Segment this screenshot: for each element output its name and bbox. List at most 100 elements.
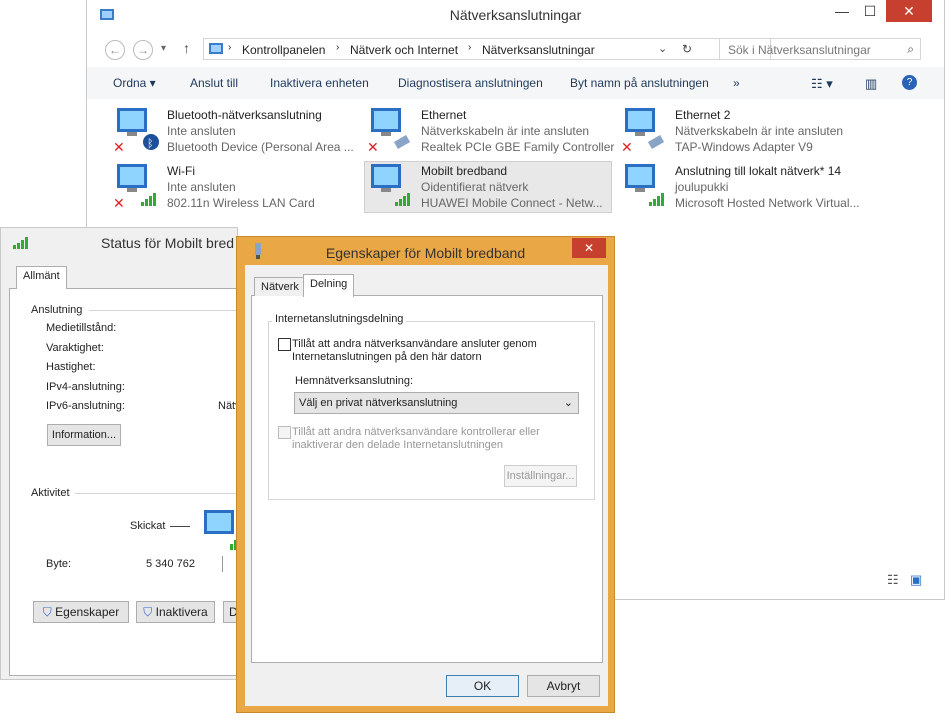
divider [89,310,239,311]
home-network-label: Hemnätverksanslutning: [295,375,414,387]
forward-button[interactable]: → [133,40,153,60]
preview-pane-icon[interactable]: ▥ [865,76,877,92]
connection-name: Wi-Fi [167,164,195,178]
svg-text:✕: ✕ [113,195,125,211]
search-icon[interactable]: ⌕ [907,42,914,57]
disable-button-label: Inaktivera [155,605,208,619]
connection-name: Mobilt bredband [421,164,508,178]
dialog-title: Status för Mobilt bred [101,235,235,251]
cancel-button[interactable]: Avbryt [527,675,600,697]
details-view-icon[interactable]: ☷ [887,572,899,588]
rename-button[interactable]: Byt namn på anslutningen [570,76,709,90]
ipv6-label: IPv6-anslutning: [46,400,125,412]
connection-status: joulupukki [675,180,729,194]
shield-icon: ⛉ [143,605,153,619]
bytes-label: Byte: [46,558,72,570]
close-button[interactable]: ✕ [572,238,606,258]
address-row: ← → ▾ ↑ › Kontrollpanelen › Nätverk och … [87,31,944,67]
connection-name: Ethernet 2 [675,108,731,122]
signal-bars-icon [13,237,28,249]
disable-device-button[interactable]: Inaktivera enheten [270,76,369,90]
svg-text:✕: ✕ [367,139,379,155]
svg-text:ᛒ: ᛒ [147,138,154,150]
properties-button-label: Egenskaper [55,605,120,619]
connection-status: Inte ansluten [167,124,236,138]
chevron-down-icon: ⌄ [563,397,573,409]
tab-general[interactable]: Allmänt [16,266,67,289]
organize-menu[interactable]: Ordna ▾ [113,76,156,90]
network-adapter-icon: ✕ [621,108,665,155]
control-panel-icon [209,43,223,54]
tab-network[interactable]: Nätverk [254,277,306,296]
connection-name: Ethernet [421,108,467,122]
network-adapter-icon: ✕ [367,108,411,155]
svg-text:✕: ✕ [113,139,125,155]
close-button[interactable]: ✕ [886,0,932,22]
refresh-icon[interactable]: ↻ [682,42,692,56]
up-arrow-button[interactable]: ↑ [183,40,190,56]
breadcrumb-separator: › [468,42,472,53]
connection-name: Bluetooth-nätverksanslutning [167,108,322,122]
allow-sharing-label: Tillåt att andra nätverksanvändare anslu… [292,338,537,363]
tab-sharing[interactable]: Delning [303,274,355,297]
chevron-down-icon[interactable]: ⌄ [658,42,667,55]
ok-button[interactable]: OK [446,675,519,697]
breadcrumb-item[interactable]: Kontrollpanelen [242,43,325,57]
divider [222,556,223,572]
breadcrumb-item[interactable]: Nätverk och Internet [350,43,458,57]
allow-sharing-checkbox[interactable] [278,338,291,351]
connection-status: Nätverkskabeln är inte ansluten [421,124,590,138]
information-button[interactable]: Information... [47,424,121,446]
command-bar: Ordna ▾ Anslut till Inaktivera enheten D… [87,67,944,99]
connection-device: TAP-Windows Adapter V9 [675,140,813,154]
breadcrumb-separator: › [228,42,232,53]
status-dialog: Status för Mobilt bred Allmänt Anslutnin… [0,227,241,680]
connection-device: HUAWEI Mobile Connect - Netw... [421,196,603,210]
properties-dialog: Egenskaper för Mobilt bredband ✕ Nätverk… [236,236,615,713]
more-commands-button[interactable]: » [733,76,740,90]
recent-dropdown-icon[interactable]: ▾ [161,43,166,54]
change-view-icon[interactable]: ☷ ▾ [811,76,833,92]
connection-status: Nätverkskabeln är inte ansluten [675,124,844,138]
connection-device: Microsoft Hosted Network Virtual... [675,196,860,210]
sent-line [170,526,190,527]
maximize-button[interactable]: ☐ [856,0,884,22]
network-adapter-icon [625,164,664,206]
connection-device: Realtek PCIe GBE Family Controller [421,140,615,154]
diagnose-button[interactable]: Diagnostisera anslutningen [398,76,543,90]
activity-heading: Aktivitet [31,487,70,499]
search-placeholder: Sök i Nätverksanslutningar [728,43,871,57]
connection-mobile-broadband[interactable]: Mobilt bredband Oidentifierat nätverk HU… [364,161,612,213]
home-network-select-value: Välj en privat nätverksanslutning [299,397,458,409]
settings-button[interactable]: Inställningar... [504,465,577,487]
address-bar[interactable]: › Kontrollpanelen › Nätverk och Internet… [203,38,771,60]
connection-bluetooth[interactable]: ✕ ᛒ Bluetooth-nätverksanslutning Inte ans… [113,106,354,156]
allow-control-checkbox[interactable] [278,426,291,439]
network-adapter-icon [371,164,410,206]
large-icons-view-icon[interactable]: ▣ [910,572,922,588]
disable-button[interactable]: ⛉ Inaktivera [136,601,215,623]
help-icon[interactable]: ? [902,75,917,90]
sent-label: Skickat [130,520,166,532]
connection-local-network-14[interactable]: Anslutning till lokalt nätverk* 14 joulu… [621,162,861,212]
window-title: Nätverksanslutningar [449,7,582,23]
connection-ethernet[interactable]: ✕ Ethernet Nätverkskabeln är inte anslut… [367,106,614,156]
ics-group-title: Internetanslutningsdelning [272,313,407,325]
search-input[interactable]: Sök i Nätverksanslutningar ⌕ [719,38,921,60]
connection-wifi[interactable]: ✕ Wi-Fi Inte ansluten 802.11n Wireless L… [113,162,353,212]
back-button[interactable]: ← [105,40,125,60]
network-adapter-icon: ✕ [113,164,156,211]
connection-ethernet-2[interactable]: ✕ Ethernet 2 Nätverkskabeln är inte ansl… [621,106,861,156]
divider [75,493,239,494]
shield-icon: ⛉ [42,605,52,619]
connect-to-button[interactable]: Anslut till [190,76,238,90]
network-adapter-icon: ✕ ᛒ [113,108,159,155]
properties-button[interactable]: ⛉ Egenskaper [33,601,129,623]
allow-control-label: Tillåt att andra nätverksanvändare kontr… [292,426,540,451]
breadcrumb-item[interactable]: Nätverksanslutningar [482,43,595,57]
media-state-label: Medietillstånd: [46,322,117,334]
connection-heading: Anslutning [31,304,83,316]
connection-device: Bluetooth Device (Personal Area ... [167,140,354,154]
home-network-select[interactable]: Välj en privat nätverksanslutning ⌄ [294,392,579,414]
minimize-button[interactable]: — [828,0,856,22]
